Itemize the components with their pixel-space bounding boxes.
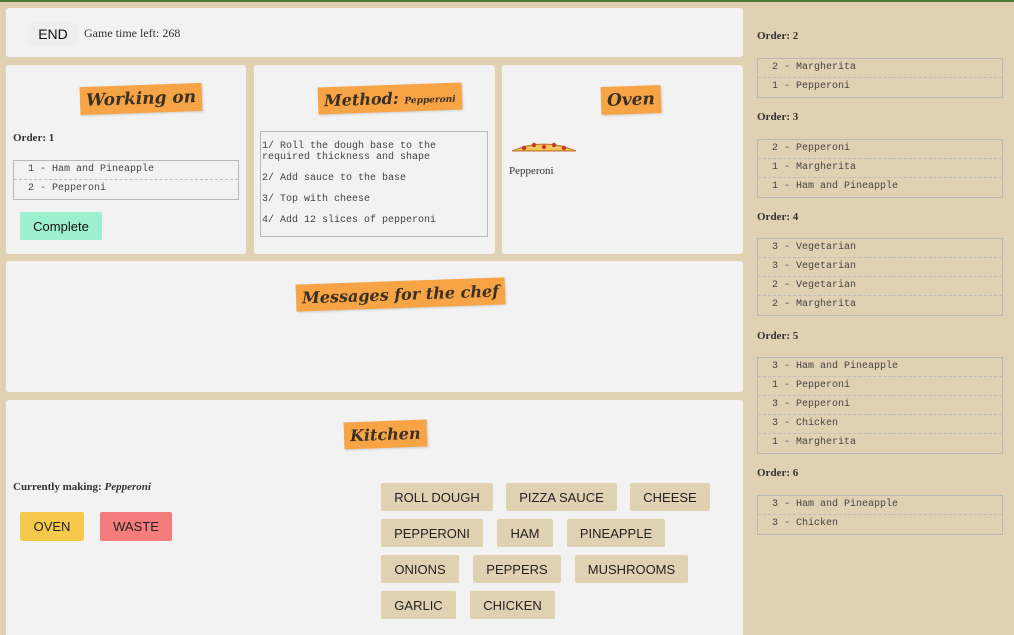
working-on-title: Working on: [79, 82, 203, 116]
method-pizza-name: Pepperoni: [404, 94, 456, 107]
queue-order-list: 3 - Vegetarian 3 - Vegetarian 2 - Vegeta…: [757, 238, 1003, 316]
ingredient-garlic-button[interactable]: GARLIC: [381, 591, 456, 619]
queue-order-label: Order: 6: [757, 467, 799, 479]
method-panel: Method: Pepperoni 1/ Roll the dough base…: [254, 65, 495, 254]
ingredient-onions-button[interactable]: ONIONS: [381, 555, 459, 583]
list-item: 2 - Vegetarian: [758, 277, 1002, 296]
queue-order-label: Order: 4: [757, 211, 799, 223]
kitchen-panel: Kitchen Currently making: Pepperoni OVEN…: [6, 400, 743, 635]
list-item: 1 - Ham and Pineapple: [772, 181, 899, 192]
kitchen-title: Kitchen: [343, 419, 428, 450]
queue-order-list: 2 - Pepperoni 1 - Margherita 1 - Ham and…: [757, 139, 1003, 198]
game-time-value: 268: [162, 26, 181, 40]
ingredient-peppers-button[interactable]: PEPPERS: [473, 555, 561, 583]
current-order-list: 1 - Ham and Pineapple 2 - Pepperoni: [13, 160, 239, 200]
list-item: 1 - Margherita: [772, 437, 857, 448]
ingredient-mushrooms-button[interactable]: MUSHROOMS: [575, 555, 688, 583]
game-time: Game time left: 268: [84, 26, 180, 41]
list-item: 3 - Vegetarian: [758, 258, 1002, 277]
method-step: 4/ Add 12 slices of pepperoni: [262, 215, 437, 226]
queue-order-list: 3 - Ham and Pineapple 3 - Chicken: [757, 495, 1003, 535]
list-item: 1 - Margherita: [758, 159, 1002, 178]
oven-item-label: Pepperoni: [509, 165, 554, 177]
list-item: 3 - Ham and Pineapple: [758, 358, 1002, 377]
list-item: 3 - Vegetarian: [758, 239, 1002, 258]
list-item: 2 - Margherita: [758, 59, 1002, 78]
queue-order-label: Order: 3: [757, 111, 799, 123]
method-step: 3/ Top with cheese: [262, 194, 371, 205]
waste-button[interactable]: WASTE: [100, 512, 172, 541]
method-step: 2/ Add sauce to the base: [262, 173, 407, 184]
method-title-label: Method:: [323, 88, 400, 111]
queue-order-list: 2 - Margherita 1 - Pepperoni: [757, 58, 1003, 98]
order-queue: Order: 2 2 - Margherita 1 - Pepperoni Or…: [743, 2, 1014, 635]
list-item: 1 - Pepperoni: [758, 377, 1002, 396]
top-bar: END Game time left: 268: [6, 8, 743, 57]
list-item: 3 - Pepperoni: [758, 396, 1002, 415]
end-button[interactable]: END: [28, 22, 78, 46]
messages-title: Messages for the chef: [295, 277, 506, 312]
method-step: 1/ Roll the dough base to the required t…: [262, 141, 437, 163]
ingredient-chicken-button[interactable]: CHICKEN: [470, 591, 555, 619]
list-item: 1 - Ham and Pineapple: [14, 161, 238, 180]
list-item: 2 - Margherita: [772, 299, 857, 310]
currently-making-value: Pepperoni: [104, 481, 151, 493]
list-item: 3 - Chicken: [772, 518, 839, 529]
game-time-label: Game time left:: [84, 26, 160, 40]
list-item: 3 - Chicken: [758, 415, 1002, 434]
ingredient-pizza-sauce-button[interactable]: PIZZA SAUCE: [506, 483, 617, 511]
complete-button[interactable]: Complete: [20, 212, 102, 240]
oven-title: Oven: [600, 84, 662, 116]
method-steps: 1/ Roll the dough base to the required t…: [260, 131, 488, 237]
queue-order-label: Order: 2: [757, 30, 799, 42]
working-on-panel: Working on Order: 1 1 - Ham and Pineappl…: [6, 65, 246, 254]
queue-order-label: Order: 5: [757, 330, 799, 342]
current-order-label: Order: 1: [13, 132, 55, 144]
oven-button[interactable]: OVEN: [20, 512, 84, 541]
ingredient-roll-dough-button[interactable]: ROLL DOUGH: [381, 483, 493, 511]
messages-panel: Messages for the chef: [6, 261, 743, 392]
list-item: 2 - Pepperoni: [758, 140, 1002, 159]
currently-making-label: Currently making:: [13, 481, 102, 493]
ingredient-ham-button[interactable]: HAM: [497, 519, 553, 547]
ingredient-pineapple-button[interactable]: PINEAPPLE: [567, 519, 665, 547]
currently-making: Currently making: Pepperoni: [13, 481, 151, 493]
queue-order-list: 3 - Ham and Pineapple 1 - Pepperoni 3 - …: [757, 357, 1003, 454]
ingredient-pepperoni-button[interactable]: PEPPERONI: [381, 519, 483, 547]
ingredient-cheese-button[interactable]: CHEESE: [630, 483, 710, 511]
list-item: 2 - Pepperoni: [28, 183, 107, 194]
list-item: 3 - Ham and Pineapple: [758, 496, 1002, 515]
method-title: Method: Pepperoni: [317, 82, 462, 115]
list-item: 1 - Pepperoni: [772, 81, 851, 92]
oven-panel: Oven Pepperoni: [502, 65, 743, 254]
pizza-icon: [511, 142, 577, 152]
